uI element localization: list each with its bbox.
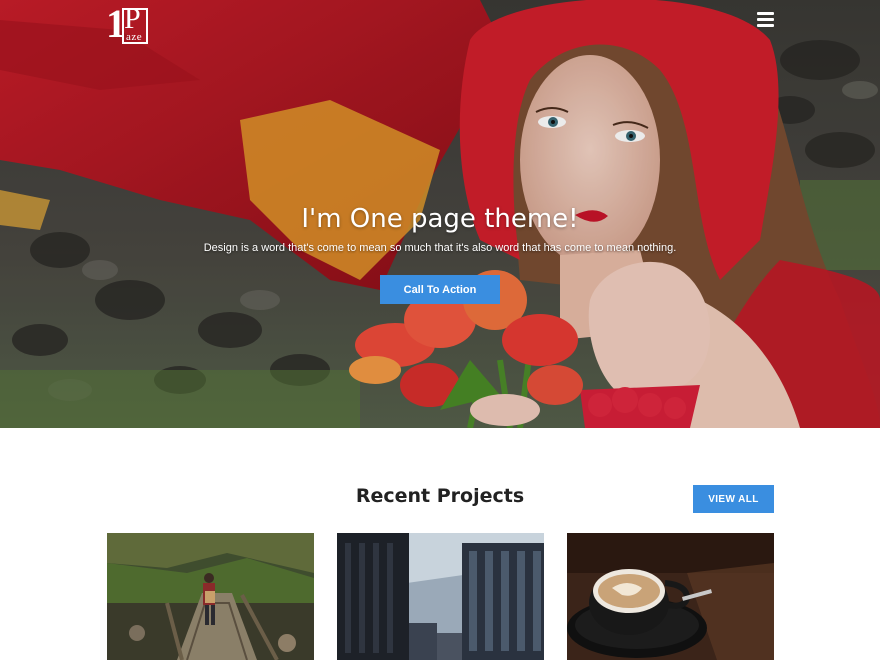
hiker-on-bridge-photo <box>107 533 314 660</box>
logo-letter: P <box>124 2 141 35</box>
hamburger-icon[interactable] <box>757 12 775 28</box>
menu-bar <box>757 12 774 15</box>
project-card-coffee[interactable] <box>567 533 774 660</box>
menu-bar <box>757 24 774 27</box>
logo-text: aze <box>126 31 143 43</box>
coffee-cup-photo <box>567 533 774 660</box>
hero-title: I'm One page theme! <box>301 204 579 234</box>
site-logo[interactable]: 1 P aze <box>106 2 150 44</box>
menu-bar <box>757 18 774 21</box>
hero-banner: 1 P aze I'm One page theme! Design is a … <box>0 0 880 428</box>
skyscrapers-photo <box>337 533 544 660</box>
hero-subtitle: Design is a word that's come to mean so … <box>203 242 677 254</box>
project-card-skyscrapers[interactable] <box>337 533 544 660</box>
view-all-button[interactable]: VIEW ALL <box>693 485 774 513</box>
call-to-action-button[interactable]: Call To Action <box>380 275 500 304</box>
project-card-hiker[interactable] <box>107 533 314 660</box>
